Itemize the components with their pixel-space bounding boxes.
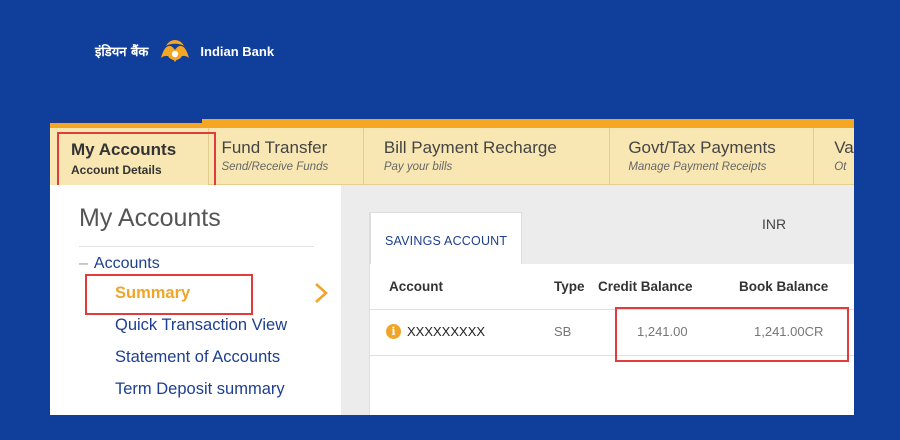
sidebar-item-summary[interactable]: Summary [115, 284, 190, 303]
sidebar-item-term-deposit-summary[interactable]: Term Deposit summary [115, 380, 285, 399]
account-type: SB [554, 324, 572, 339]
main-content: SAVINGS ACCOUNT INR Account Type Credit … [341, 185, 854, 415]
tab-subtitle: Account Details [71, 163, 162, 177]
bank-name-english: Indian Bank [200, 43, 275, 59]
tab-my-accounts[interactable]: My Accounts Account Details [50, 128, 210, 185]
tab-title: Govt/Tax Payments [628, 138, 776, 157]
active-tab-marker [50, 119, 202, 123]
column-header-book-balance: Book Balance [739, 279, 829, 294]
sidebar: My Accounts – Accounts Summary Quick Tran… [50, 185, 341, 415]
tab-subtitle: Ot [834, 161, 847, 173]
tab-label: SAVINGS ACCOUNT [385, 234, 508, 248]
credit-balance: 1,241.00 [637, 324, 688, 339]
tab-title: My Accounts [71, 140, 177, 159]
table-row: i XXXXXXXXX SB 1,241.00 1,241.00CR [370, 310, 854, 356]
book-balance: 1,241.00CR [754, 324, 824, 339]
tab-govt-tax-payments[interactable]: Govt/Tax Payments Manage Payment Receipt… [610, 128, 815, 185]
main-nav-tabs: My Accounts Account Details Fund Transfe… [50, 128, 854, 185]
info-icon[interactable]: i [386, 324, 401, 339]
netbanking-app: My Accounts Account Details Fund Transfe… [50, 119, 854, 415]
sidebar-group-label: Accounts [93, 255, 160, 272]
tab-savings-account[interactable]: SAVINGS ACCOUNT [370, 212, 522, 265]
tab-fund-transfer[interactable]: Fund Transfer Send/Receive Funds [209, 128, 364, 185]
table-header: Account Type Credit Balance Book Balance [370, 264, 854, 310]
column-header-credit-balance: Credit Balance [598, 279, 693, 294]
tab-value-added-services[interactable]: Va Ot [814, 128, 854, 185]
account-summary-panel: SAVINGS ACCOUNT INR Account Type Credit … [369, 212, 854, 415]
bank-logo[interactable]: इंडियन बैंक Indian Bank [95, 36, 274, 66]
tab-title: Va [834, 138, 854, 157]
tab-subtitle: Send/Receive Funds [221, 161, 329, 173]
indian-bank-logo-icon [161, 40, 190, 62]
account-type-tabs: SAVINGS ACCOUNT INR [370, 212, 854, 265]
tab-subtitle: Pay your bills [383, 161, 453, 173]
sidebar-item-statement-of-accounts[interactable]: Statement of Accounts [115, 348, 280, 367]
tab-bill-payment[interactable]: Bill Payment Recharge Pay your bills [364, 128, 611, 185]
sidebar-divider [79, 246, 314, 247]
top-accent-stripe [50, 119, 854, 128]
chevron-right-icon[interactable] [313, 281, 329, 305]
column-header-account: Account [389, 279, 443, 294]
column-header-type: Type [554, 279, 585, 294]
sidebar-group-accounts[interactable]: – Accounts [79, 255, 160, 273]
collapse-dash-icon: – [79, 255, 88, 272]
sidebar-title: My Accounts [79, 204, 221, 232]
account-number[interactable]: XXXXXXXXX [407, 324, 485, 339]
bank-name-hindi: इंडियन बैंक [95, 45, 149, 60]
currency-label: INR [762, 216, 787, 232]
tab-title: Fund Transfer [221, 138, 328, 157]
sidebar-item-quick-transaction-view[interactable]: Quick Transaction View [115, 316, 287, 335]
tab-subtitle: Manage Payment Receipts [628, 161, 767, 173]
tab-title: Bill Payment Recharge [383, 138, 557, 157]
